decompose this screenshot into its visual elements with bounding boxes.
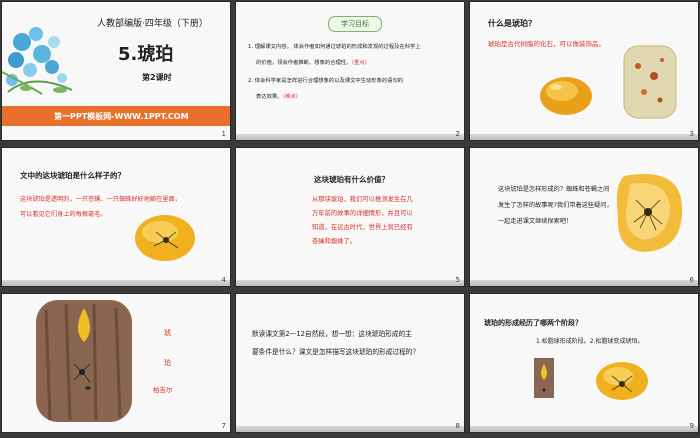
flower-illustration [2,27,73,95]
slide-8[interactable]: 默读课文第2—12自然段，想一想：这块琥珀形成的主 要条件是什么？课文是怎样描写… [236,294,464,432]
footer-bar [470,280,698,286]
goal-2-line1: 2. 体会科学家是怎样进行合理想象的以及课文中生动形象的语句的 [248,78,404,84]
slide1-title: 5.琥珀 [118,44,174,65]
footer-bar [236,134,464,140]
slide5-line3: 知道，在远古时代，世界上就已经有 [312,224,413,231]
slide-number: 1 [221,130,226,138]
slide3-answer: 琥珀是古代树脂的化石，可以做装饰品。 [488,40,605,48]
slide-5[interactable]: 这块琥珀有什么价值？ 从那块琥珀，我们可以推测发生在几 万年前的故事的详细情形，… [236,148,464,286]
amber-spider-image [135,215,195,261]
tree-resin-image [36,300,132,422]
amber-spider-image [596,362,648,400]
slide-number: 2 [455,130,460,138]
slide3-question: 什么是琥珀？ [488,19,536,28]
slide-9[interactable]: 琥珀的形成经历了哪两个阶段？ 1.松脂球形成阶段。2.松脂球变成琥珀。 9 [470,294,698,432]
slide5-line2: 万年前的故事的详细情形，并且可以 [312,210,413,217]
slide-number: 3 [689,130,694,138]
goal-1-line2: 的价值，领会作者推断、想象的合理性。（重点） [256,58,370,66]
slide-3[interactable]: 什么是琥珀？ 琥珀是古代树脂的化石，可以做装饰品。 3 [470,2,698,140]
learning-goals-tag: 学习目标 [328,16,382,32]
slide-number: 6 [689,276,694,284]
amber-insect-image [623,45,677,119]
slide6-line2: 发生了怎样的故事呢?我们带着这些疑问， [498,202,613,209]
slide-2[interactable]: 学习目标 1. 理解课文内容。 体会作者如何通过琥珀的形成和发现的过程及在科学上… [236,2,464,140]
slide7-author: 柏吉尔 [153,386,173,394]
footer-bar [236,280,464,286]
slide9-answer: 1.松脂球形成阶段。2.松脂球变成琥珀。 [536,338,644,345]
slide-7[interactable]: 琥 珀 柏吉尔 7 [2,294,230,432]
slide-number: 9 [689,422,694,430]
amber-stone-image [540,77,592,115]
amber-spider-image [616,174,683,252]
footer-bar [236,426,464,432]
goal-1-tag: （重点） [351,60,370,66]
footer-bar [2,280,230,286]
goal-1-line2-text: 的价值，领会作者推断、想象的合理性。 [256,60,352,66]
slide8-line2: 要条件是什么？课文是怎样描写这块琥珀的形成过程的？ [252,348,420,356]
slide-number: 5 [455,276,460,284]
goal-2-line2: 表达效果。（难点） [256,92,301,100]
slide7-char2: 珀 [164,359,171,367]
slide4-line1: 这块琥珀是透明的，一只苍蝇、一只蜘蛛好好地躺在里面， [20,196,181,203]
banner-text: 第一PPT模板网-WWW.1PPT.COM [54,112,189,121]
slide-6[interactable]: 这块琥珀是怎样形成的？蜘蛛和苍蝇之间 发生了怎样的故事呢?我们带着这些疑问， 一… [470,148,698,286]
slide4-question: 文中的这块琥珀是什么样子的？ [20,171,125,180]
slide-number: 4 [221,276,226,284]
slide9-question: 琥珀的形成经历了哪两个阶段？ [484,319,582,327]
slide6-line1: 这块琥珀是怎样形成的？蜘蛛和苍蝇之间 [498,186,610,193]
slide7-char1: 琥 [164,329,171,337]
slide-4[interactable]: 文中的这块琥珀是什么样子的？ 这块琥珀是透明的，一只苍蝇、一只蜘蛛好好地躺在里面… [2,148,230,286]
slide5-line1: 从那块琥珀，我们可以推测发生在几 [312,196,413,203]
goal-1-line1: 1. 理解课文内容。 体会作者如何通过琥珀的形成和发现的过程及在科学上 [248,44,421,50]
goal-2-tag: （难点） [282,94,302,100]
slide-1[interactable]: 人教部编版·四年级（下册） 5.琥珀 第2课时 第一PPT模板网-WWW.1PP… [2,2,230,140]
slide-number: 7 [221,422,226,430]
footer-bar [470,134,698,140]
slide8-line1: 默读课文第2—12自然段，想一想：这块琥珀形成的主 [252,330,412,338]
slide5-question: 这块琥珀有什么价值？ [314,175,389,184]
learning-goals-heading: 学习目标 [341,20,369,28]
resin-drop-image [534,358,554,398]
slide-number: 8 [455,422,460,430]
banner: 第一PPT模板网-WWW.1PPT.COM [2,106,230,126]
slide4-line2: 可以看见它们身上的每根毫毛。 [20,211,107,218]
slide1-lesson: 第2课时 [142,73,172,82]
slide1-subtitle: 人教部编版·四年级（下册） [97,19,208,29]
slide5-line4: 苍蝇和蜘蛛了。 [312,238,357,245]
goal-2-line2-text: 表达效果。 [256,94,283,100]
footer-bar [470,426,698,432]
slide6-line3: 一起走进课文继续探索吧！ [498,218,573,225]
